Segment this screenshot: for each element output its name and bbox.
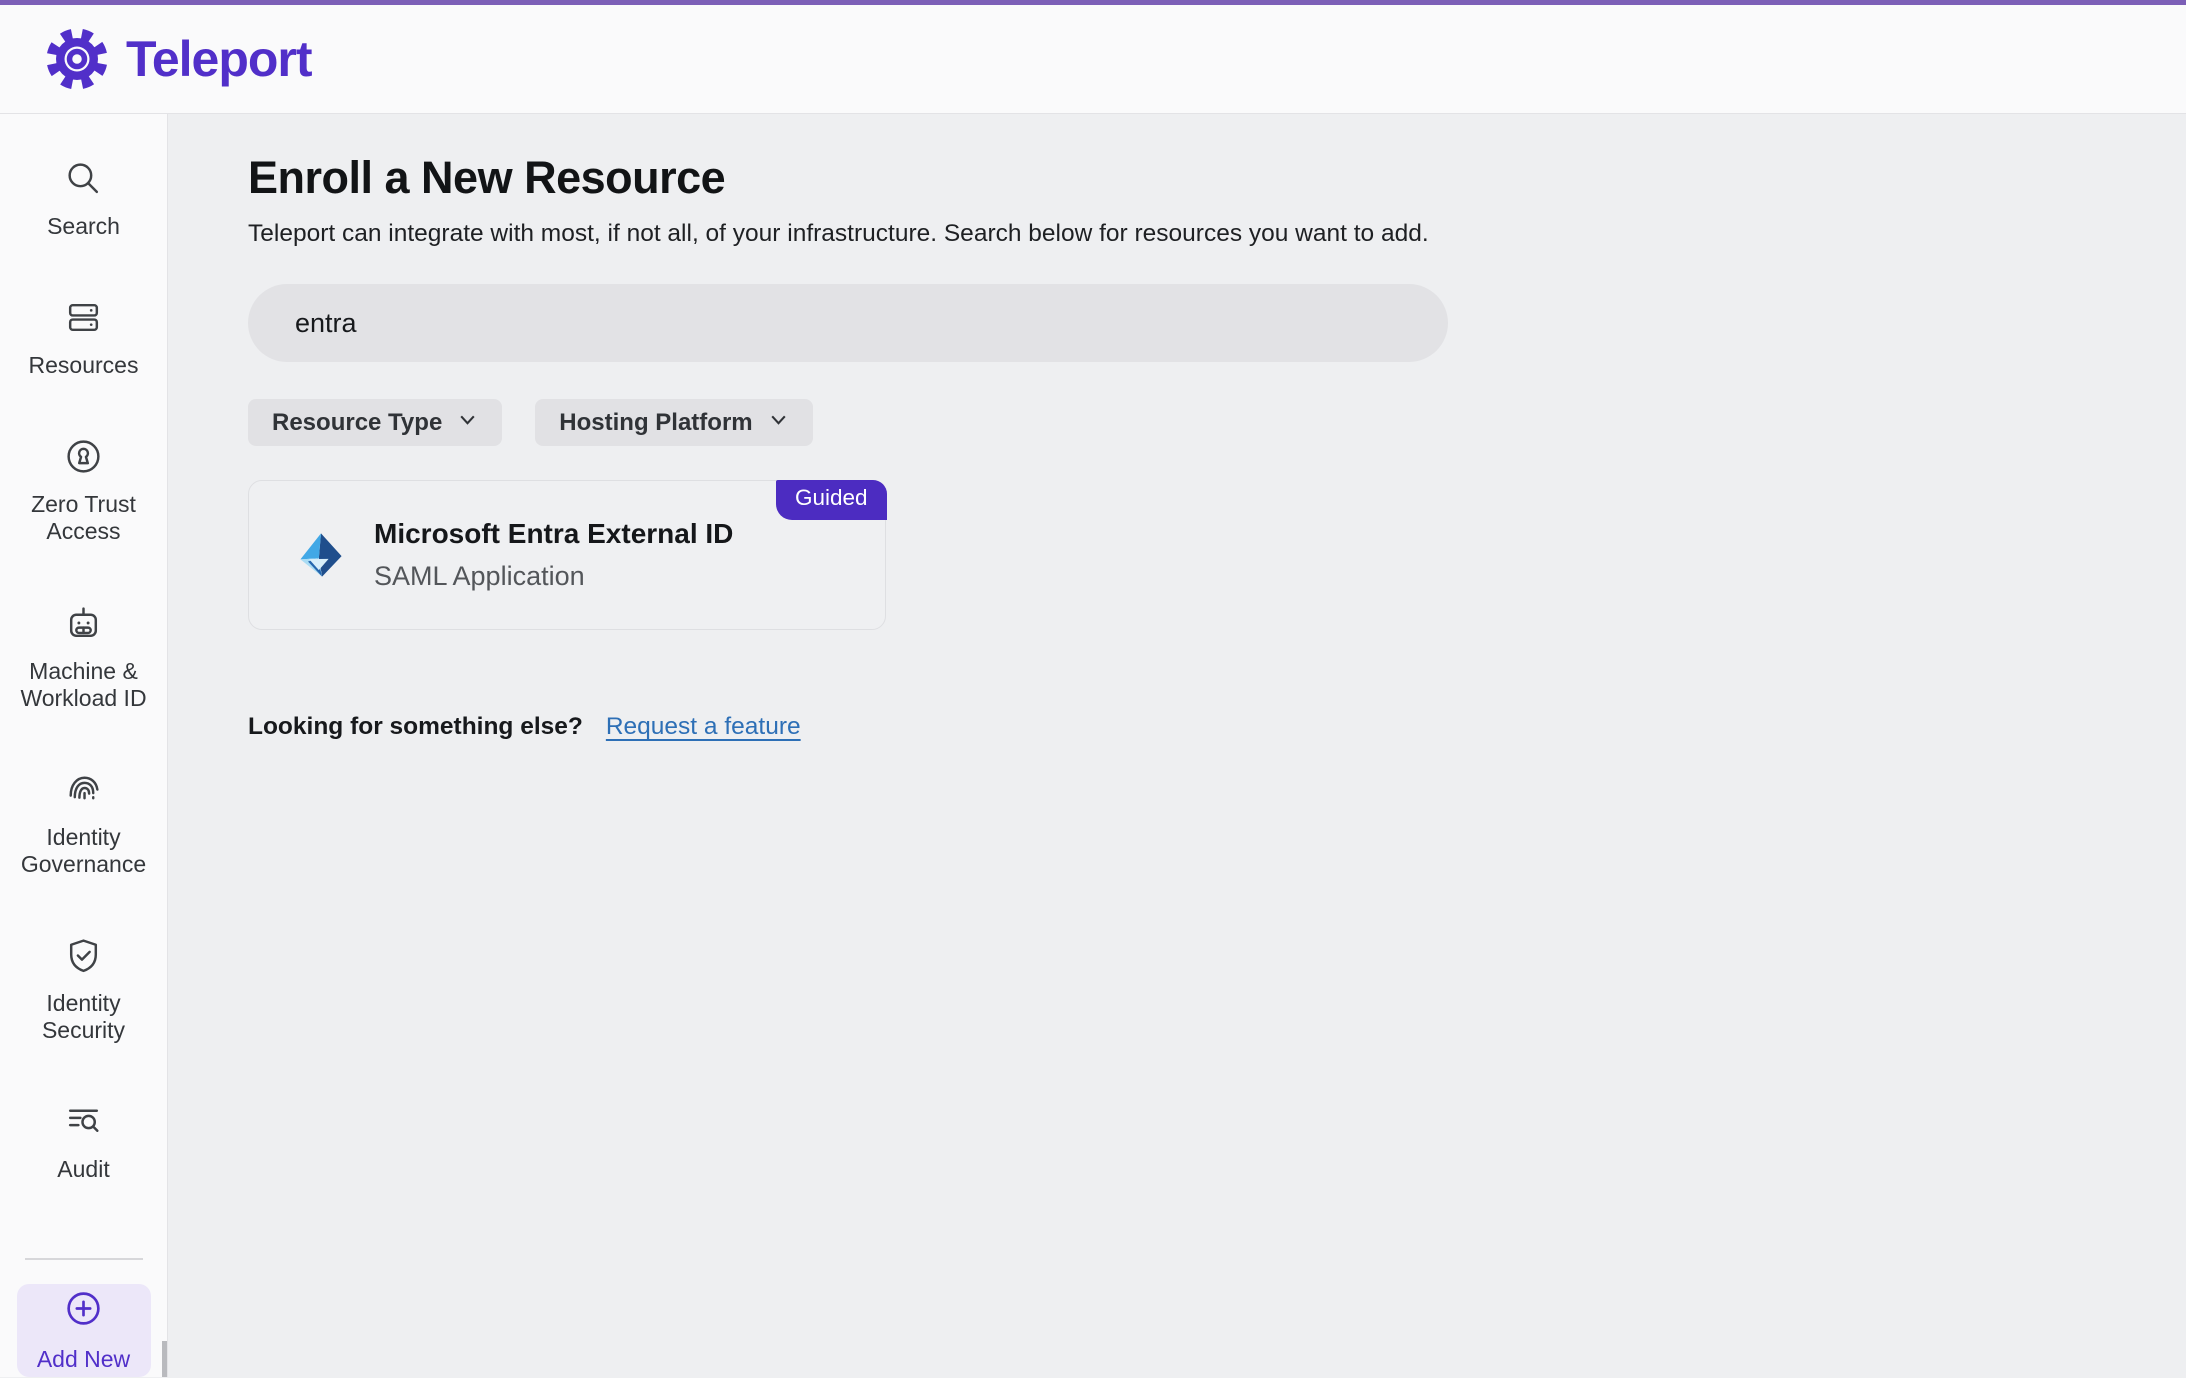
fingerprint-icon — [63, 769, 104, 815]
sidebar-item-identity-security[interactable]: Identity Security — [0, 935, 167, 1044]
chevron-down-icon — [768, 409, 789, 437]
resource-card-subtitle: SAML Application — [374, 561, 733, 592]
list-search-icon — [63, 1101, 104, 1147]
resource-card-microsoft-entra[interactable]: Guided Microsoft Entra External ID SAML … — [248, 480, 886, 630]
sidebar-item-zero-trust-access[interactable]: Zero Trust Access — [0, 436, 167, 545]
footer-row: Looking for something else? Request a fe… — [248, 713, 2186, 741]
robot-icon — [63, 603, 104, 649]
hosting-platform-filter-dropdown[interactable]: Hosting Platform — [535, 399, 812, 446]
resource-search-input[interactable] — [248, 284, 1448, 362]
footer-question: Looking for something else? — [248, 713, 583, 741]
sidebar-item-search[interactable]: Search — [0, 158, 167, 240]
brand-wordmark[interactable]: Teleport — [126, 30, 312, 88]
resource-card-title: Microsoft Entra External ID — [374, 518, 733, 550]
search-icon — [63, 158, 104, 204]
chevron-down-icon — [457, 409, 478, 437]
resources-icon — [63, 297, 104, 343]
shield-check-icon — [63, 935, 104, 981]
resource-card-text: Microsoft Entra External ID SAML Applica… — [374, 518, 733, 592]
app-header: Teleport — [0, 5, 2186, 114]
sidebar-scrollbar-thumb[interactable] — [162, 1341, 167, 1377]
sidebar-nav: Search Resources Zero Trust Access — [0, 114, 168, 1377]
sidebar-item-label: Identity Governance — [20, 824, 148, 878]
sidebar-item-label: Audit — [57, 1156, 109, 1183]
sidebar-item-identity-governance[interactable]: Identity Governance — [0, 769, 167, 878]
sidebar-item-label: Identity Security — [20, 990, 148, 1044]
main-content: Enroll a New Resource Teleport can integ… — [168, 114, 2186, 1377]
sidebar-item-machine-workload-id[interactable]: Machine & Workload ID — [0, 603, 167, 712]
sidebar-item-resources[interactable]: Resources — [0, 297, 167, 379]
sidebar-divider — [25, 1258, 143, 1260]
page-title: Enroll a New Resource — [248, 152, 2186, 204]
sidebar-item-label: Search — [47, 213, 120, 240]
teleport-gear-logo-icon[interactable] — [45, 27, 109, 91]
sidebar-item-audit[interactable]: Audit — [0, 1101, 167, 1183]
page-subtitle: Teleport can integrate with most, if not… — [248, 220, 2186, 248]
sidebar-item-label: Zero Trust Access — [20, 491, 148, 545]
filter-label: Resource Type — [272, 409, 442, 437]
circle-plus-icon — [63, 1288, 104, 1334]
sidebar-item-label: Resources — [29, 352, 139, 379]
add-new-button[interactable]: Add New — [17, 1284, 151, 1377]
resource-type-filter-dropdown[interactable]: Resource Type — [248, 399, 502, 446]
add-new-label: Add New — [37, 1346, 130, 1373]
sidebar-item-label: Machine & Workload ID — [20, 658, 148, 712]
guided-badge: Guided — [776, 480, 887, 520]
microsoft-entra-logo-icon — [295, 529, 347, 581]
filters-row: Resource Type Hosting Platform — [248, 399, 2186, 446]
filter-label: Hosting Platform — [559, 409, 752, 437]
zero-trust-keyhole-icon — [63, 436, 104, 482]
request-feature-link[interactable]: Request a feature — [606, 713, 801, 741]
